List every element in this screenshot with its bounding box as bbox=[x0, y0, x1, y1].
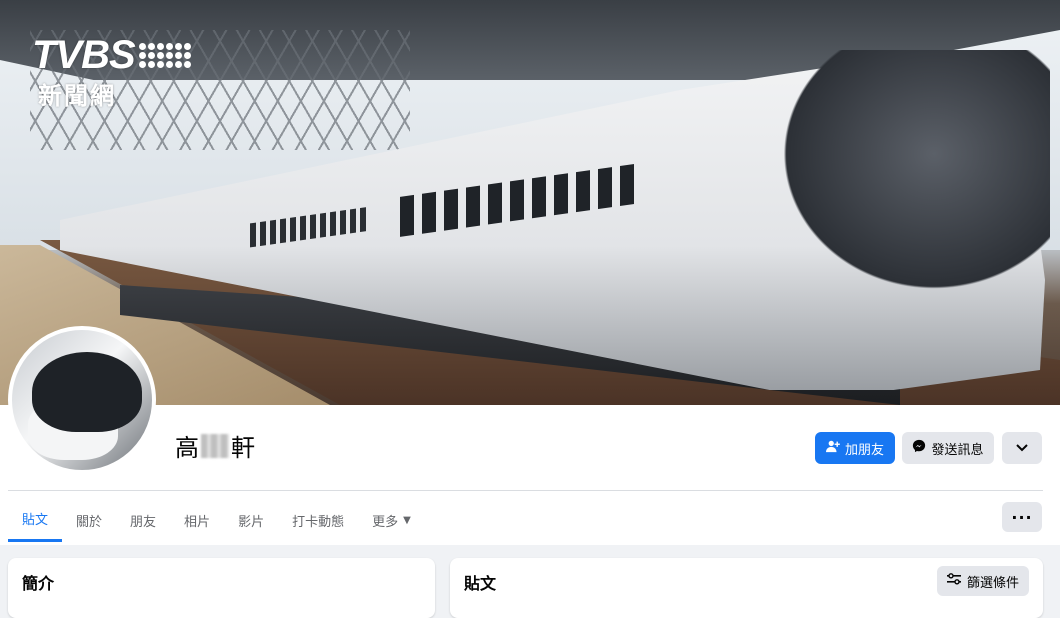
chevron-down-icon bbox=[1016, 441, 1028, 456]
tab-posts-label: 貼文 bbox=[22, 513, 49, 528]
tab-checkins[interactable]: 打卡動態 bbox=[278, 498, 358, 542]
send-message-label: 發送訊息 bbox=[931, 442, 984, 458]
tab-friends-label: 朋友 bbox=[130, 514, 157, 530]
cover-photo[interactable]: TVBS 新聞網 bbox=[0, 0, 1060, 405]
tab-about[interactable]: 關於 bbox=[62, 498, 116, 542]
caret-down-icon: ▼ bbox=[403, 514, 411, 526]
tabs-overflow-button[interactable]: ··· bbox=[1002, 502, 1042, 532]
messenger-icon bbox=[912, 439, 926, 457]
send-message-button[interactable]: 發送訊息 bbox=[902, 432, 994, 464]
tvbs-watermark-logo: TVBS 新聞網 bbox=[32, 34, 191, 111]
add-friend-label: 加朋友 bbox=[844, 442, 884, 458]
posts-title: 貼文 bbox=[464, 574, 497, 593]
add-friend-button[interactable]: 加朋友 bbox=[815, 432, 895, 464]
filter-button[interactable]: 篩選條件 bbox=[936, 566, 1029, 596]
profile-avatar[interactable] bbox=[8, 326, 156, 474]
add-person-icon bbox=[825, 439, 840, 457]
train-nose bbox=[760, 50, 1050, 310]
intro-card: 簡介 bbox=[8, 558, 435, 618]
logo-brand: TVBS bbox=[32, 33, 136, 77]
tab-posts[interactable]: 貼文 bbox=[8, 498, 63, 542]
tab-more-label: 更多 bbox=[372, 514, 399, 530]
profile-name: 高 軒 bbox=[175, 428, 255, 463]
tab-checkins-label: 打卡動態 bbox=[292, 514, 345, 530]
tab-more[interactable]: 更多 ▼ bbox=[358, 498, 425, 542]
logo-subtitle: 新聞網 bbox=[38, 82, 116, 110]
tab-photos-label: 相片 bbox=[184, 514, 211, 530]
tab-videos-label: 影片 bbox=[238, 514, 265, 530]
profile-tabs: 貼文 關於 朋友 相片 影片 打卡動態 更多 ▼ bbox=[8, 498, 425, 542]
train-image bbox=[60, 30, 1050, 405]
logo-dots-icon bbox=[138, 42, 191, 68]
profile-more-button[interactable] bbox=[1002, 432, 1042, 464]
intro-title: 簡介 bbox=[22, 574, 55, 593]
tab-photos[interactable]: 相片 bbox=[170, 498, 224, 542]
header-divider bbox=[8, 490, 1043, 491]
tab-friends[interactable]: 朋友 bbox=[116, 498, 170, 542]
tab-videos[interactable]: 影片 bbox=[224, 498, 278, 542]
profile-name-last: 軒 bbox=[231, 434, 255, 462]
profile-name-blurred bbox=[201, 433, 229, 458]
more-dots-icon: ··· bbox=[1011, 507, 1033, 527]
avatar-train-nose bbox=[32, 352, 142, 432]
posts-card: 貼文 篩選條件 bbox=[450, 558, 1043, 618]
tab-about-label: 關於 bbox=[76, 514, 103, 530]
filter-sliders-icon bbox=[946, 573, 961, 589]
profile-name-first: 高 bbox=[175, 434, 199, 462]
filter-label: 篩選條件 bbox=[966, 575, 1019, 591]
